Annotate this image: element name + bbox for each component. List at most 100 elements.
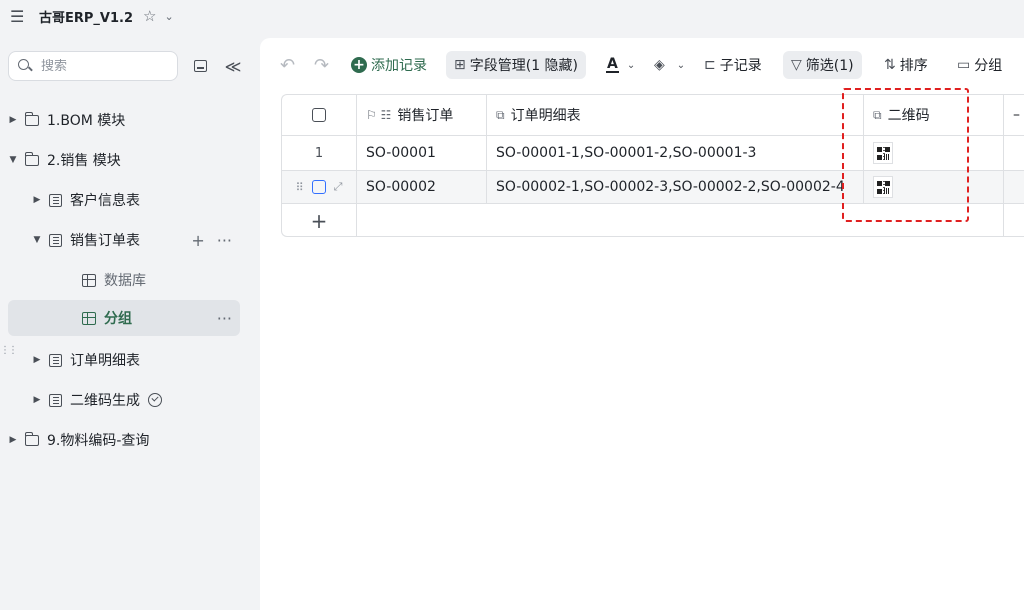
primary-field-icon: ⚐ ☷ [366,108,392,122]
sidebar-item-label: 订单明细表 [70,353,140,369]
caret-down-icon[interactable]: ▼ [8,155,18,165]
link-field-icon: ⧉ [496,107,505,122]
sort-label: 排序 [899,58,928,74]
chevron-down-icon: ⌄ [626,59,636,71]
table-icon [49,233,62,247]
double-chevron-left-icon: ≪ [224,56,242,76]
caret-right-icon[interactable]: ▶ [32,195,42,205]
column-title: 二维码 [887,108,930,124]
app-header: ☰ 古哥ERP_V1.2 ☆ ⌄ [0,0,1024,32]
toolbar: ↶ ↷ + 添加记录 ⊞ 字段管理(1 隐藏) A ⌄ ◈ ⌄ ⊏ 子记录 ▽ … [260,48,1024,82]
field-manage-label: 字段管理(1 隐藏) [469,58,579,74]
sort-button[interactable]: ⇅ 排序 [884,51,928,79]
group-button[interactable]: ▭ 分组 [957,51,1002,79]
row-number: 1 [282,136,357,170]
cell-sales-order[interactable]: SO-00001 [357,136,487,170]
caret-right-icon[interactable]: ▶ [8,115,18,125]
app-title[interactable]: 古哥ERP_V1.2 [39,7,133,26]
sidebar-item-label: 9.物料编码-查询 [47,433,150,449]
row-checkbox[interactable] [311,180,326,194]
undo-button[interactable]: ↶ [280,51,295,79]
column-header-qrcode[interactable]: ⧉ 二维码 [864,95,1004,135]
text-color-icon: A [606,56,619,73]
menu-icon[interactable]: ☰ [10,7,26,26]
cell-qrcode[interactable] [864,136,1004,170]
select-all-cell [282,95,357,135]
redo-button[interactable]: ↷ [314,51,329,79]
panel-toggle-button[interactable] [191,57,209,75]
column-header-order-details[interactable]: ⧉ 订单明细表 [487,95,864,135]
chevron-down-icon: ⌄ [676,59,686,71]
drag-handle-icon[interactable]: ⠿ [296,181,304,194]
sidebar-item-bom[interactable]: ▶ 1.BOM 模块 [8,102,240,138]
collapse-sidebar-button[interactable]: ≪ [224,56,242,76]
sidebar-item-label: 2.销售 模块 [47,153,121,169]
add-icon[interactable]: + [191,231,204,250]
sidebar-item-customers[interactable]: ▶ 客户信息表 [8,182,240,218]
cell-order-details[interactable]: SO-00001-1,SO-00001-2,SO-00001-3 [487,136,864,170]
link-field-icon: ⧉ [873,107,882,122]
caret-right-icon[interactable]: ▶ [32,395,42,405]
chevron-down-icon[interactable]: ⌄ [164,10,173,23]
cell-empty [1004,171,1024,203]
drag-handle-icon[interactable]: ⋮⋮ [0,345,18,356]
add-record-label: 添加记录 [371,58,427,74]
sidebar-item-label: 分组 [104,311,132,327]
field-manage-button[interactable]: ⊞ 字段管理(1 隐藏) [446,51,587,79]
column-title: 订单明细表 [510,108,581,124]
grid-icon: ⊞ [454,57,466,73]
table-icon [49,193,62,207]
sidebar-item-material-code[interactable]: ▶ 9.物料编码-查询 [8,422,240,458]
sidebar-item-qr-generate[interactable]: ▶ 二维码生成 [8,382,240,418]
filter-button[interactable]: ▽ 筛选(1) [783,51,862,79]
search-icon [17,58,33,74]
sub-record-button[interactable]: ⊏ 子记录 [704,51,762,79]
caret-down-icon[interactable]: ▼ [32,235,42,245]
data-table: ⚐ ☷ 销售订单 ⧉ 订单明细表 ⧉ 二维码 – 1 SO-00001 SO-0… [281,94,1024,237]
sidebar-item-order-details[interactable]: ▶ 订单明细表 [8,342,240,378]
caret-right-icon[interactable]: ▶ [32,355,42,365]
sidebar-item-label: 销售订单表 [70,233,140,249]
cell-qrcode[interactable] [864,171,1004,203]
sidebar-item-label: 1.BOM 模块 [47,113,126,129]
more-icon[interactable]: ··· [217,231,232,250]
plus-icon: + [310,209,328,233]
cell-order-details[interactable]: SO-00002-1,SO-00002-3,SO-00002-2,SO-0000… [487,171,864,203]
group-label: 分组 [974,58,1003,74]
row-controls: ⠿ ⤢ [282,171,357,203]
add-row-button[interactable]: + [282,204,357,236]
folder-icon [24,431,39,446]
star-icon[interactable]: ☆ [143,7,156,25]
add-column-button[interactable]: – [1004,95,1024,135]
expand-row-icon[interactable]: ⤢ [334,180,343,194]
cell-sales-order[interactable]: SO-00002 [357,171,487,203]
search-box[interactable] [8,51,178,81]
paint-bucket-icon: ◈ [654,57,665,73]
column-title: 销售订单 [397,108,454,124]
table-icon [49,353,62,367]
sidebar-item-sales-orders[interactable]: ▼ 销售订单表 + ··· [8,222,240,258]
panel-icon [193,60,207,72]
caret-right-icon[interactable]: ▶ [8,435,18,445]
search-input[interactable] [41,58,161,74]
plus-circle-icon: + [351,57,367,73]
table-header-row: ⚐ ☷ 销售订单 ⧉ 订单明细表 ⧉ 二维码 – [282,95,1024,136]
select-all-checkbox[interactable] [312,108,326,122]
table-row[interactable]: 1 SO-00001 SO-00001-1,SO-00001-2,SO-0000… [282,136,1024,171]
qrcode-image[interactable] [873,176,893,198]
sidebar-item-group-view[interactable]: 分组 ··· [8,300,240,336]
table-row[interactable]: ⠿ ⤢ SO-00002 SO-00002-1,SO-00002-3,SO-00… [282,171,1024,204]
sidebar-item-sales[interactable]: ▼ 2.销售 模块 [8,142,240,178]
fill-color-button[interactable]: ◈ ⌄ [654,51,685,79]
automation-table-icon [49,393,62,407]
qrcode-image[interactable] [873,142,893,164]
text-color-button[interactable]: A ⌄ [606,51,635,79]
folder-icon [24,111,39,126]
main-panel: ↶ ↷ + 添加记录 ⊞ 字段管理(1 隐藏) A ⌄ ◈ ⌄ ⊏ 子记录 ▽ … [260,38,1024,610]
grid-view-icon [82,273,96,287]
add-record-button[interactable]: + 添加记录 [351,51,427,79]
sidebar-item-database-view[interactable]: 数据库 [8,262,240,298]
column-header-sales-order[interactable]: ⚐ ☷ 销售订单 [357,95,487,135]
more-icon[interactable]: ··· [217,309,232,328]
empty-row-area [357,204,1004,236]
